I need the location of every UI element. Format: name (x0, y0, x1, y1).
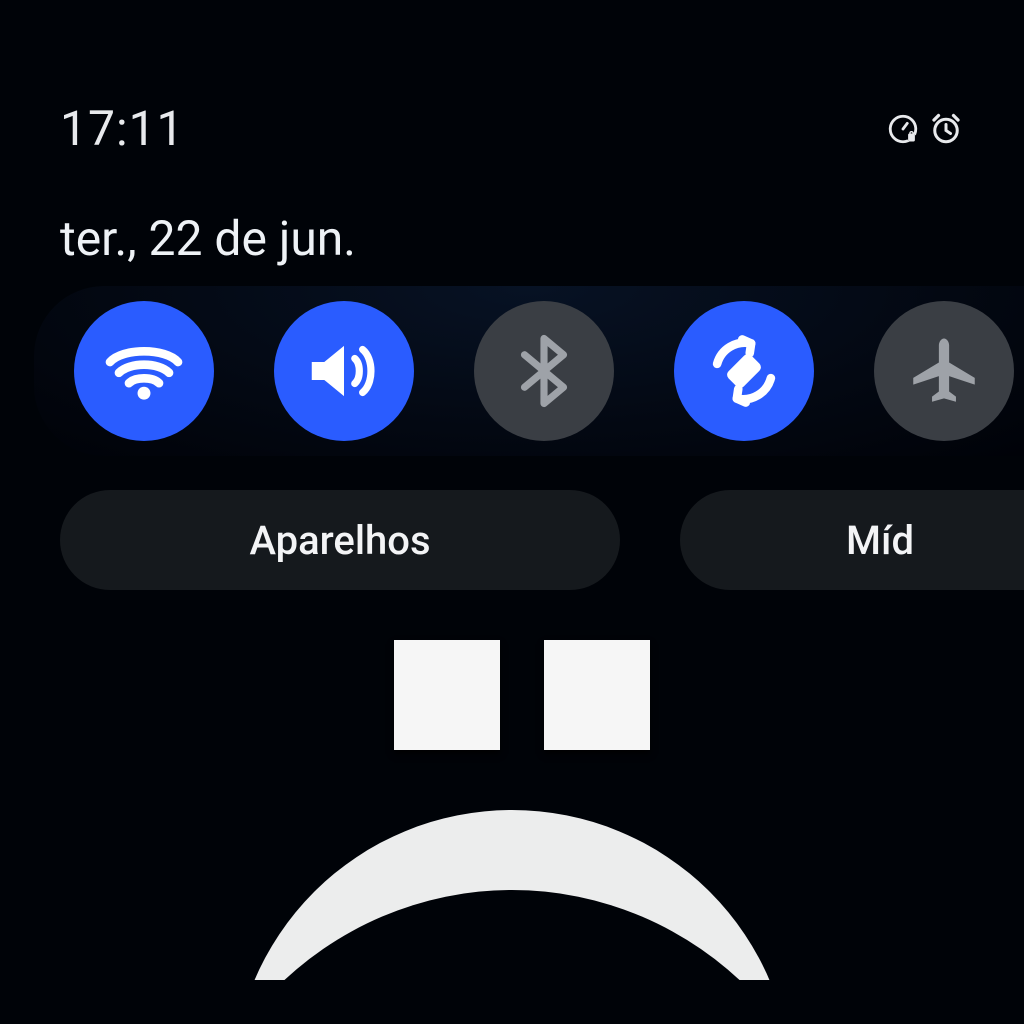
airplane-mode-toggle[interactable] (874, 301, 1014, 441)
control-pill-row: Aparelhos Míd (60, 490, 1024, 590)
wifi-toggle[interactable] (74, 301, 214, 441)
speedometer-icon (886, 112, 920, 146)
auto-rotate-icon (701, 328, 787, 414)
airplane-icon (903, 330, 985, 412)
sad-face-eye-right (544, 640, 650, 750)
volume-icon (301, 328, 387, 414)
sad-face-graphic (0, 640, 1024, 1024)
sad-face-eyes (394, 640, 650, 750)
devices-button[interactable]: Aparelhos (60, 490, 620, 590)
date-label: ter., 22 de jun. (60, 210, 356, 267)
devices-label: Aparelhos (249, 517, 430, 564)
quick-settings-panel (34, 286, 1024, 456)
auto-rotate-toggle[interactable] (674, 301, 814, 441)
media-label: Míd (846, 517, 914, 564)
sad-face-eye-left (394, 640, 500, 750)
bluetooth-icon (505, 332, 583, 410)
media-button[interactable]: Míd (680, 490, 1024, 590)
status-bar: 17:11 (0, 100, 1024, 157)
sound-toggle[interactable] (274, 301, 414, 441)
alarm-icon (928, 111, 964, 147)
sad-face-mouth (232, 810, 792, 1024)
status-time: 17:11 (60, 100, 185, 157)
bluetooth-toggle[interactable] (474, 301, 614, 441)
status-right-icons (886, 111, 964, 147)
wifi-icon (101, 328, 187, 414)
